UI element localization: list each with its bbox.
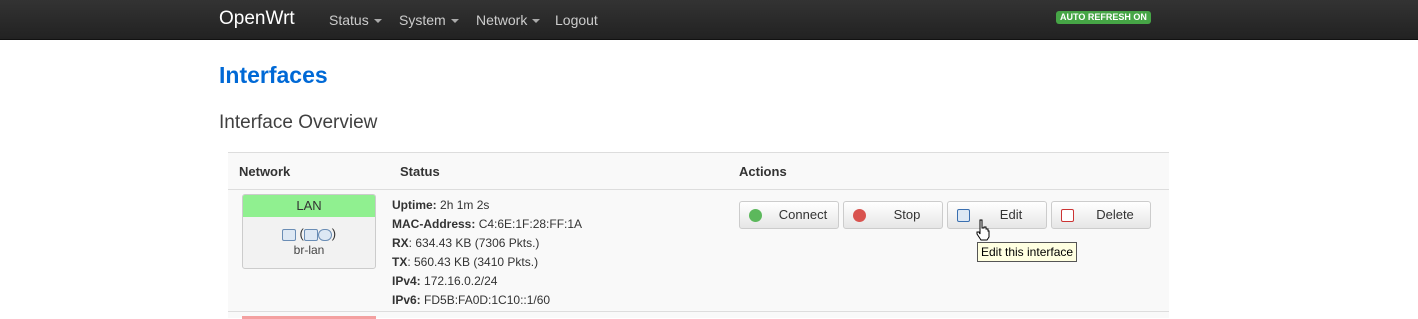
- status-value: C4:6E:1F:28:FF:1A: [478, 217, 583, 231]
- status-rx: RX: 634.43 KB (7306 Pkts.): [392, 234, 582, 253]
- status-uptime: Uptime: 2h 1m 2s: [392, 196, 582, 215]
- delete-button[interactable]: Delete: [1051, 201, 1151, 229]
- menu-network-label: Network: [476, 12, 528, 28]
- status-value: FD5B:FA0D:1C10::1/60: [424, 293, 551, 307]
- network-devices: (): [243, 226, 375, 241]
- stop-button[interactable]: Stop: [843, 201, 943, 229]
- status-label: IPv6:: [392, 293, 421, 307]
- delete-label: Delete: [1096, 207, 1134, 222]
- chevron-down-icon: [450, 19, 459, 24]
- network-name: LAN: [243, 195, 375, 217]
- header-actions: Actions: [739, 164, 787, 179]
- wireless-icon: [317, 228, 332, 241]
- chevron-down-icon: [373, 19, 382, 24]
- section-title: Interface Overview: [219, 112, 378, 133]
- edit-button[interactable]: Edit: [947, 201, 1047, 229]
- stop-label: Stop: [893, 207, 921, 222]
- status-mac: MAC-Address: C4:6E:1F:28:FF:1A: [392, 215, 582, 234]
- interface-status: Uptime: 2h 1m 2s MAC-Address: C4:6E:1F:2…: [392, 196, 582, 310]
- menu-status-label: Status: [329, 12, 369, 28]
- status-value: 2h 1m 2s: [440, 198, 490, 212]
- refresh-icon: [749, 209, 762, 222]
- row-divider: [228, 311, 1169, 312]
- header-status: Status: [400, 164, 440, 179]
- connect-label: Connect: [778, 207, 828, 222]
- menu-system[interactable]: System: [399, 12, 459, 28]
- stop-icon: [853, 209, 866, 222]
- header-network: Network: [239, 164, 291, 179]
- status-value: : 560.43 KB (3410 Pkts.): [407, 255, 539, 269]
- network-badge-lan: LAN () br-lan: [242, 194, 376, 269]
- connect-button[interactable]: Connect: [739, 201, 839, 229]
- menu-status[interactable]: Status: [329, 12, 382, 28]
- menu-logout[interactable]: Logout: [555, 12, 598, 28]
- status-ipv4: IPv4: 172.16.0.2/24: [392, 272, 582, 291]
- status-value: 172.16.0.2/24: [424, 274, 498, 288]
- ethernet-icon: [281, 228, 296, 241]
- status-label: IPv4:: [392, 274, 421, 288]
- menu-network[interactable]: Network: [476, 12, 541, 28]
- table-header: Network Status Actions: [228, 153, 1169, 190]
- edit-icon: [957, 209, 970, 222]
- status-label: Uptime:: [392, 198, 437, 212]
- tooltip: Edit this interface: [977, 242, 1078, 262]
- status-tx: TX: 560.43 KB (3410 Pkts.): [392, 253, 582, 272]
- chevron-down-icon: [532, 19, 541, 24]
- page-title: Interfaces: [219, 62, 328, 88]
- hand-cursor-icon: [976, 219, 990, 241]
- status-label: MAC-Address:: [392, 217, 476, 231]
- menu-system-label: System: [399, 12, 446, 28]
- status-label: RX: [392, 236, 409, 250]
- brand-logo[interactable]: OpenWrt: [219, 8, 295, 30]
- ethernet-icon: [303, 228, 318, 241]
- auto-refresh-badge[interactable]: AUTO REFRESH ON: [1056, 11, 1151, 24]
- status-label: TX: [392, 255, 408, 269]
- network-device: br-lan: [293, 243, 325, 257]
- status-value: : 634.43 KB (7306 Pkts.): [408, 236, 540, 250]
- status-ipv6: IPv6: FD5B:FA0D:1C10::1/60: [392, 291, 582, 310]
- delete-icon: [1061, 209, 1074, 222]
- top-navbar: OpenWrt Status System Network Logout AUT…: [0, 0, 1418, 40]
- interfaces-table: Network Status Actions LAN () br-lan Upt…: [228, 152, 1169, 319]
